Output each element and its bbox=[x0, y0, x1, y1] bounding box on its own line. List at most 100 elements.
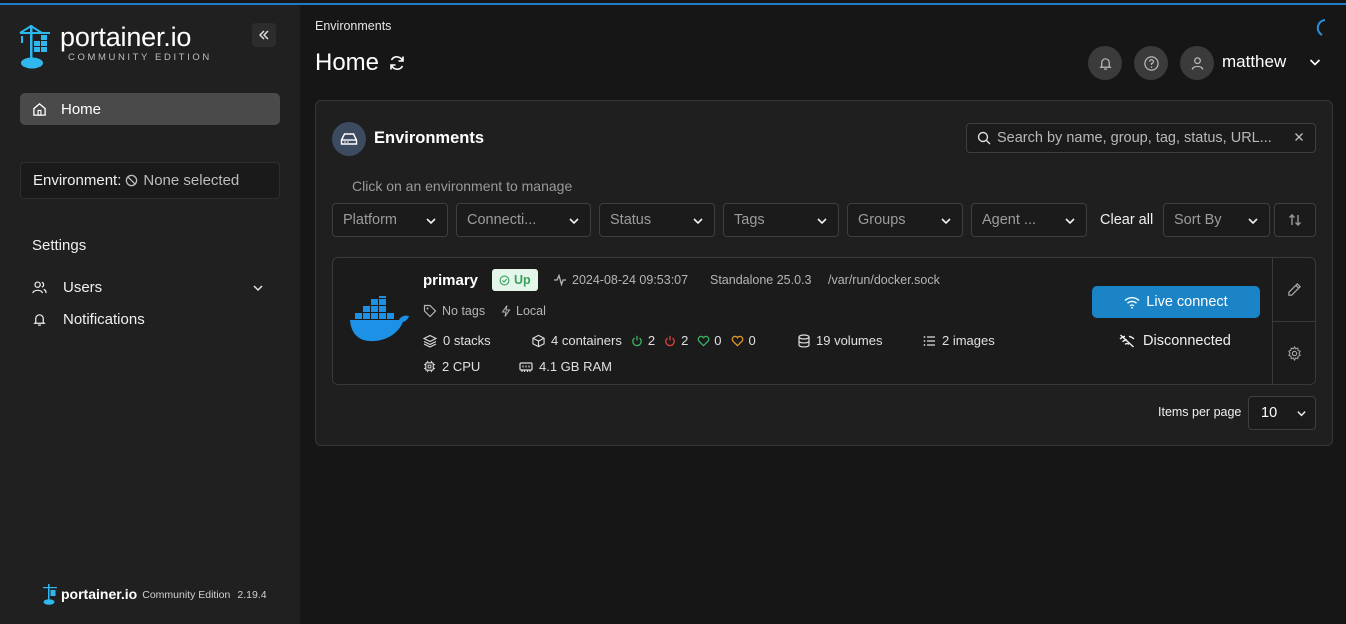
sidebar-item-home[interactable]: Home bbox=[20, 93, 280, 125]
help-circle-icon bbox=[1143, 55, 1160, 72]
environment-name[interactable]: primary bbox=[423, 272, 478, 289]
user-avatar[interactable] bbox=[1180, 46, 1214, 80]
layers-icon bbox=[423, 334, 437, 348]
running-count: 2 bbox=[647, 333, 656, 348]
edit-environment-button[interactable] bbox=[1273, 258, 1315, 321]
sidebar-item-notifications[interactable]: Notifications bbox=[32, 311, 145, 328]
search-input[interactable] bbox=[997, 130, 1287, 146]
images-count: 2 images bbox=[942, 333, 995, 348]
items-per-page-select[interactable]: 10 bbox=[1248, 396, 1316, 430]
bell-icon bbox=[32, 312, 47, 327]
chevron-down-icon bbox=[816, 215, 828, 227]
filter-agent-label: Agent ... bbox=[982, 212, 1037, 228]
cpu-count: 2 CPU bbox=[442, 359, 481, 374]
search-box[interactable] bbox=[966, 123, 1316, 153]
heartbeat-timestamp: 2024-08-24 09:53:07 bbox=[572, 273, 689, 287]
filter-groups-label: Groups bbox=[858, 212, 906, 228]
collapse-sidebar-button[interactable] bbox=[252, 23, 276, 47]
healthy-heart-icon bbox=[697, 335, 710, 347]
hard-drive-icon bbox=[340, 131, 358, 147]
environment-selector[interactable]: Environment: None selected bbox=[20, 162, 280, 199]
wifi-off-icon bbox=[1119, 334, 1135, 348]
filter-connection[interactable]: Connecti... bbox=[456, 203, 591, 237]
pencil-icon bbox=[1287, 282, 1302, 297]
chevron-down-icon bbox=[1064, 215, 1076, 227]
cpu-icon bbox=[423, 360, 436, 373]
filter-groups[interactable]: Groups bbox=[847, 203, 963, 237]
clear-search-icon[interactable] bbox=[1293, 131, 1305, 143]
environment-tags: No tags bbox=[423, 304, 485, 318]
sort-by-select[interactable]: Sort By bbox=[1163, 203, 1270, 237]
sort-by-label: Sort By bbox=[1174, 212, 1222, 228]
portainer-small-icon bbox=[42, 583, 58, 605]
unhealthy-count: 0 bbox=[748, 333, 756, 348]
sidebar-item-users[interactable]: Users bbox=[32, 279, 102, 296]
environment-location-label: Local bbox=[516, 304, 546, 318]
status-badge-label: Up bbox=[514, 273, 531, 287]
chevron-down-icon bbox=[425, 215, 437, 227]
filter-status-label: Status bbox=[610, 212, 652, 228]
cpu-stat: 2 CPU bbox=[423, 359, 480, 374]
filter-platform[interactable]: Platform bbox=[332, 203, 448, 237]
breadcrumb[interactable]: Environments bbox=[315, 19, 391, 33]
settings-heading: Settings bbox=[32, 237, 87, 254]
sidebar: portainer.io COMMUNITY EDITION Home Envi… bbox=[0, 5, 300, 624]
chevron-down-icon bbox=[940, 215, 952, 227]
chevron-down-icon bbox=[1247, 215, 1259, 227]
filter-platform-label: Platform bbox=[343, 212, 397, 228]
footer-brand: portainer.io bbox=[61, 586, 138, 602]
portainer-logo[interactable]: portainer.io COMMUNITY EDITION bbox=[18, 23, 212, 69]
environment-key: Environment: bbox=[33, 172, 122, 189]
logo-title: portainer.io bbox=[60, 22, 192, 52]
panel-title: Environments bbox=[374, 129, 485, 147]
panel-hint: Click on an environment to manage bbox=[352, 178, 573, 194]
live-connect-button[interactable]: Live connect bbox=[1092, 286, 1260, 318]
help-button[interactable] bbox=[1134, 46, 1168, 80]
filter-connection-label: Connecti... bbox=[467, 212, 537, 228]
filter-tags[interactable]: Tags bbox=[723, 203, 839, 237]
environment-settings-button[interactable] bbox=[1273, 321, 1315, 384]
items-per-page-value: 10 bbox=[1261, 405, 1278, 421]
healthy-count: 0 bbox=[714, 333, 722, 348]
filter-tags-label: Tags bbox=[734, 212, 765, 228]
volumes-stat: 19 volumes bbox=[798, 333, 882, 348]
items-per-page-label: Items per page bbox=[1158, 405, 1242, 419]
ram-amount: 4.1 GB RAM bbox=[539, 359, 612, 374]
bell-icon bbox=[1098, 56, 1113, 71]
environment-location: Local bbox=[501, 304, 546, 318]
ram-stat: 4.1 GB RAM bbox=[519, 359, 612, 374]
connection-status: Disconnected bbox=[1119, 333, 1231, 349]
username[interactable]: matthew bbox=[1222, 52, 1286, 72]
filter-agent[interactable]: Agent ... bbox=[971, 203, 1087, 237]
zap-icon bbox=[501, 305, 511, 317]
notifications-button[interactable] bbox=[1088, 46, 1122, 80]
status-badge: Up bbox=[492, 269, 538, 291]
footer-version: 2.19.4 bbox=[237, 589, 267, 601]
sidebar-item-notifications-label: Notifications bbox=[63, 311, 145, 328]
environment-type: Standalone 25.0.3 bbox=[710, 273, 812, 287]
check-circle-icon bbox=[499, 275, 510, 286]
portainer-crane-icon bbox=[18, 23, 54, 69]
user-menu-chevron-icon[interactable] bbox=[1308, 55, 1322, 69]
list-icon bbox=[923, 335, 936, 347]
chevron-down-icon bbox=[1296, 408, 1307, 419]
filter-status[interactable]: Status bbox=[599, 203, 715, 237]
database-icon bbox=[798, 333, 810, 348]
sidebar-item-home-label: Home bbox=[61, 100, 102, 118]
panel-icon-wrap bbox=[332, 122, 366, 156]
sort-order-button[interactable] bbox=[1274, 203, 1316, 237]
users-expand-chevron-icon[interactable] bbox=[252, 282, 264, 294]
clear-all-button[interactable]: Clear all bbox=[1100, 212, 1153, 228]
stopped-count: 2 bbox=[681, 333, 689, 348]
refresh-icon[interactable] bbox=[388, 54, 406, 72]
chevron-down-icon bbox=[568, 215, 580, 227]
environment-card[interactable]: primary Up 2024-08-24 09:53:07 Standalon… bbox=[332, 257, 1316, 385]
sidebar-footer: portainer.io Community Edition 2.19.4 bbox=[42, 583, 267, 605]
card-actions bbox=[1272, 258, 1315, 384]
chevron-down-icon bbox=[692, 215, 704, 227]
users-icon bbox=[32, 280, 47, 295]
gear-icon bbox=[1287, 345, 1302, 361]
page-title: Home bbox=[315, 49, 380, 76]
live-connect-label: Live connect bbox=[1146, 294, 1228, 310]
connection-status-label: Disconnected bbox=[1143, 333, 1231, 349]
